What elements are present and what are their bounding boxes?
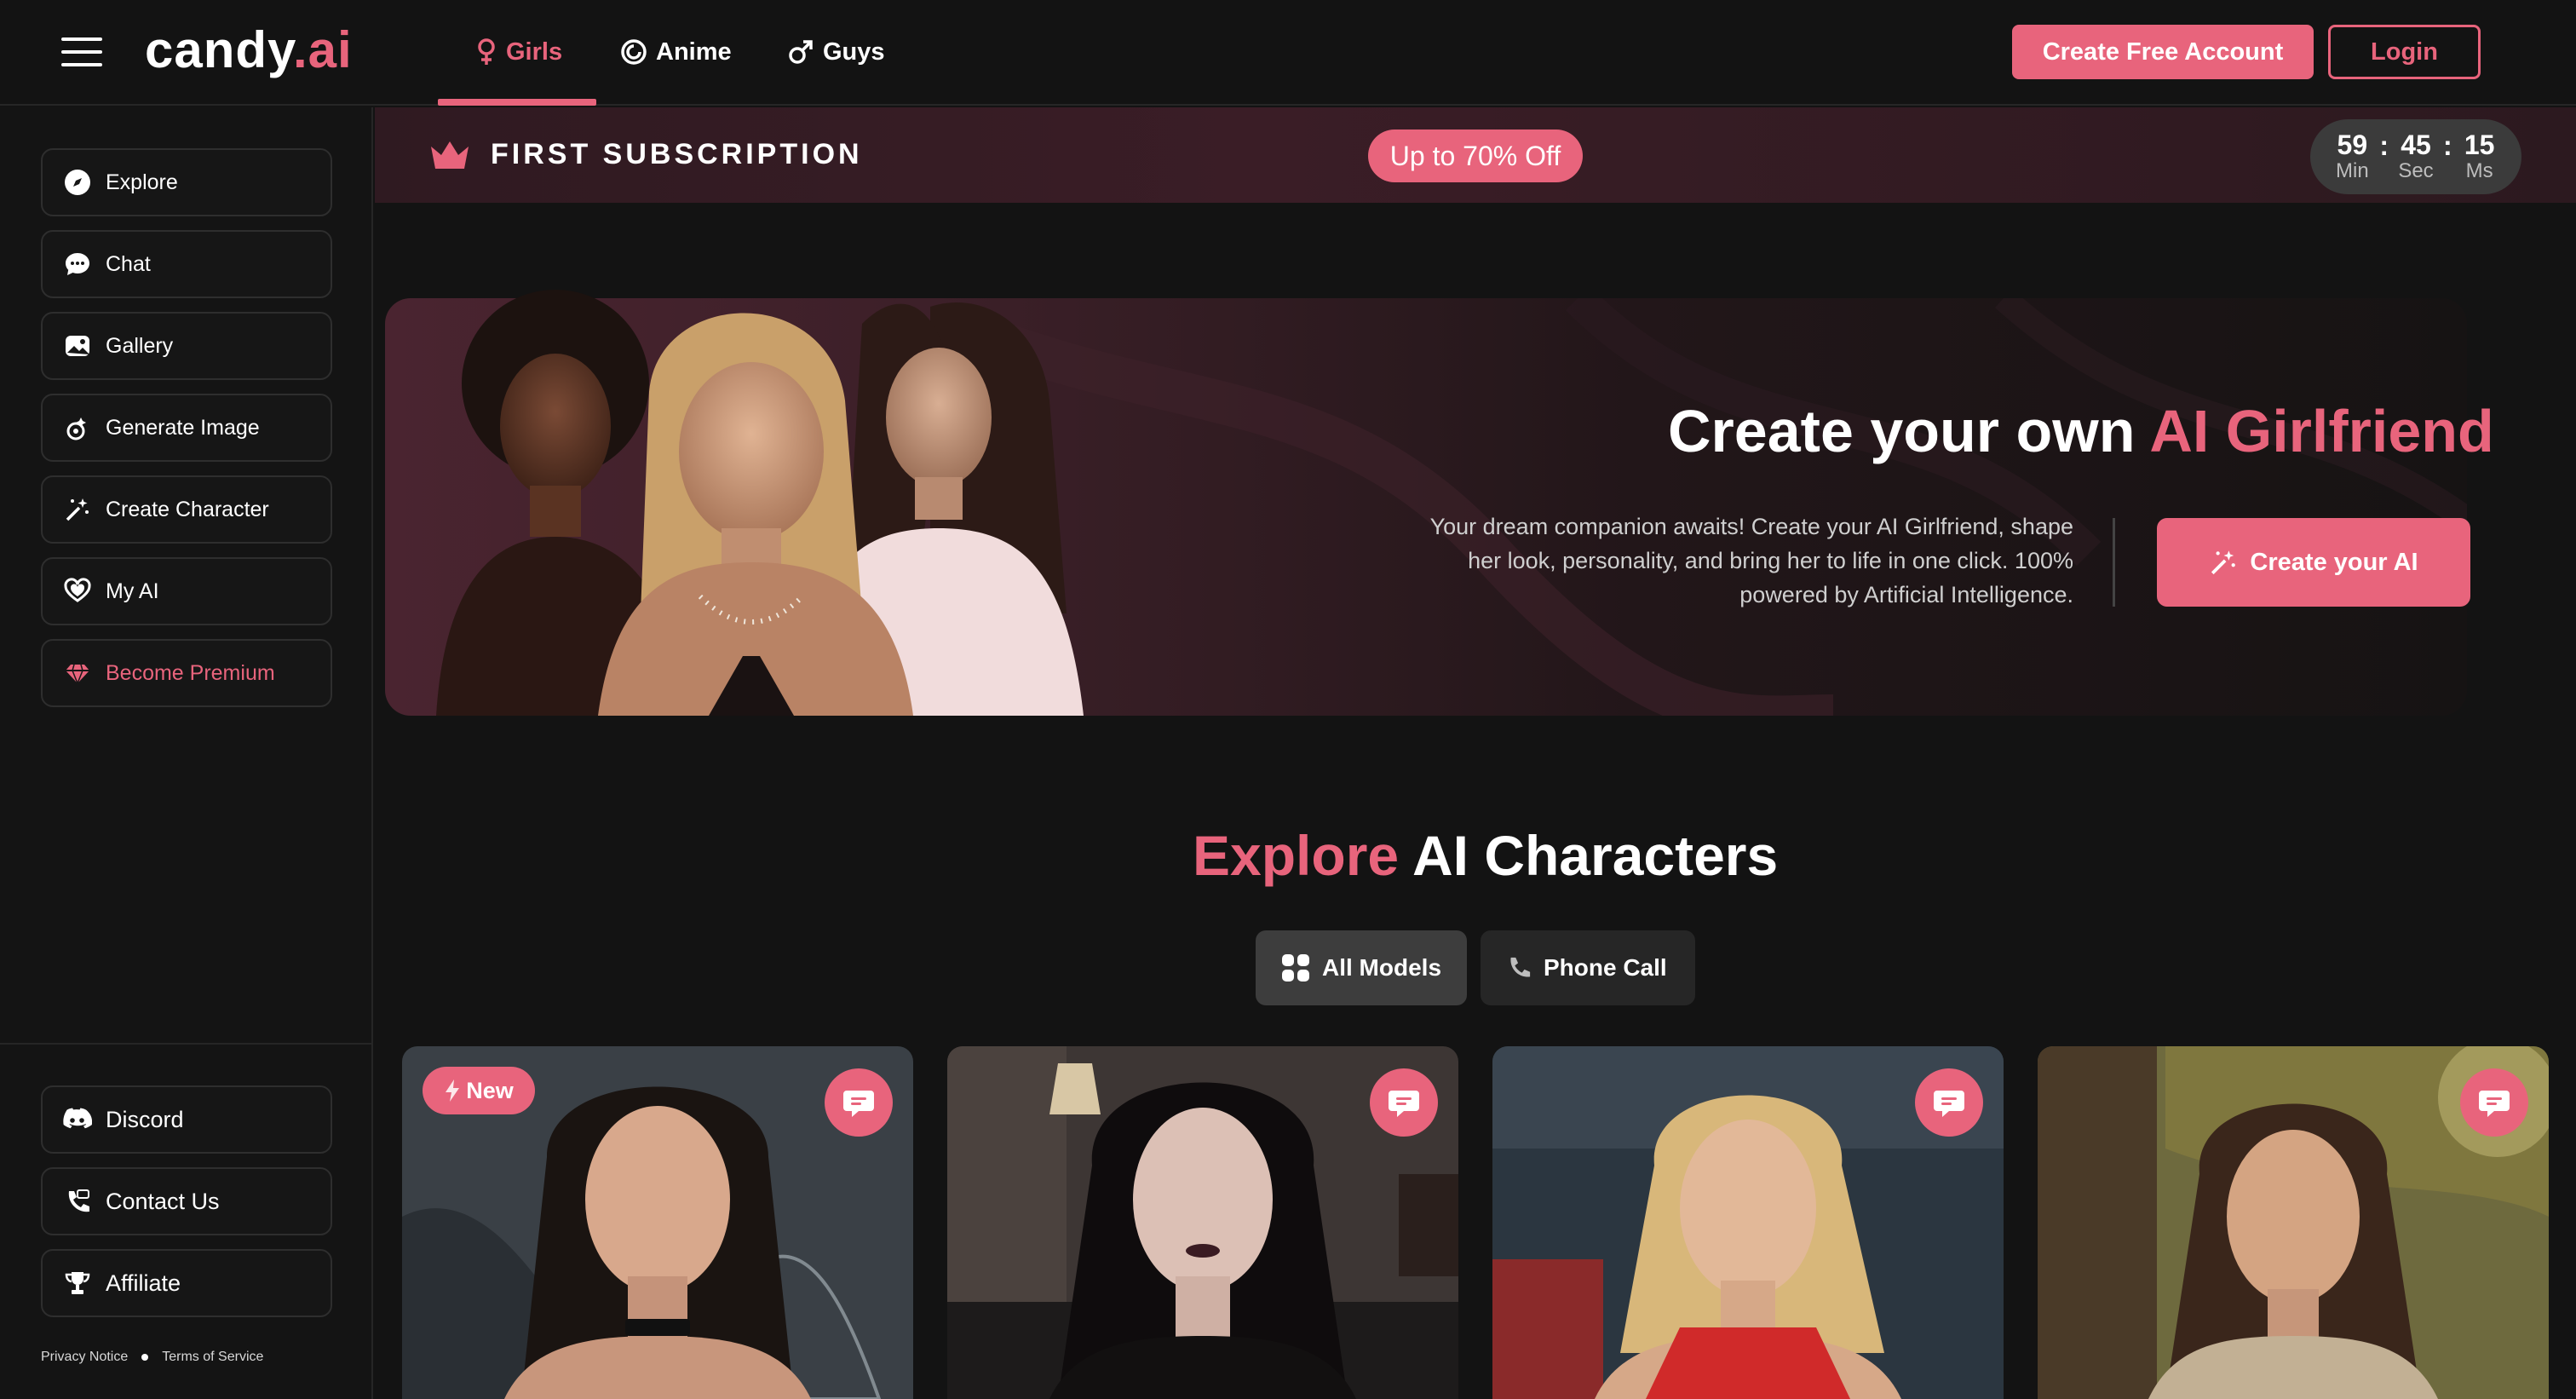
character-card[interactable]: New <box>402 1046 913 1399</box>
chat-icon[interactable] <box>2460 1068 2528 1137</box>
sidebar-item-label: Affiliate <box>106 1269 181 1296</box>
sidebar-item-label: Become Premium <box>106 660 275 685</box>
tab-guys-label: Guys <box>823 37 885 66</box>
tab-anime[interactable]: Anime <box>620 31 732 73</box>
sidebar-item-label: Explore <box>106 170 178 194</box>
filter-phone-call-label: Phone Call <box>1544 954 1667 981</box>
magic-wand-icon <box>63 495 92 524</box>
timer-milliseconds: 15 <box>2464 130 2495 160</box>
logo[interactable]: candy.ai <box>145 20 353 79</box>
generate-image-icon <box>63 413 92 442</box>
sidebar-item-explore[interactable]: Explore <box>41 148 332 216</box>
hamburger-menu-icon[interactable] <box>61 37 102 66</box>
trophy-icon <box>63 1269 92 1298</box>
active-tab-indicator <box>438 99 596 106</box>
tab-guys[interactable]: Guys <box>787 31 885 73</box>
sidebar-item-label: Chat <box>106 251 151 276</box>
female-icon <box>478 38 495 65</box>
sidebar-item-label: Generate Image <box>106 415 260 440</box>
timer-milliseconds-label: Ms <box>2465 159 2493 182</box>
chat-icon[interactable] <box>1915 1068 1983 1137</box>
tab-girls-label: Girls <box>506 37 563 66</box>
chat-icon[interactable] <box>825 1068 893 1137</box>
countdown-timer: 59 Min : 45 Sec : 15 Ms <box>2310 119 2521 194</box>
discount-badge[interactable]: Up to 70% Off <box>1368 130 1583 182</box>
contact-icon <box>63 1187 92 1216</box>
sidebar-item-label: Discord <box>106 1106 184 1132</box>
privacy-notice-link[interactable]: Privacy Notice <box>41 1350 128 1365</box>
hero-description: Your dream companion awaits! Create your… <box>1429 514 2073 607</box>
tab-girls[interactable]: Girls <box>475 31 562 73</box>
compass-icon <box>63 168 92 197</box>
hero-title: Create your own AI Girlfriend <box>1668 398 2494 464</box>
hero-women-image <box>436 290 1084 716</box>
sidebar-item-my-ai[interactable]: My AI <box>41 557 332 625</box>
timer-minutes-label: Min <box>2336 159 2369 182</box>
sidebar-item-label: Gallery <box>106 333 174 358</box>
chat-bubble-icon <box>63 250 92 279</box>
chat-icon[interactable] <box>1370 1068 1438 1137</box>
timer-seconds-label: Sec <box>2398 159 2434 182</box>
sidebar-item-create-character[interactable]: Create Character <box>41 475 332 544</box>
sidebar-footer-links: Privacy Notice Terms of Service <box>41 1350 263 1365</box>
character-card[interactable] <box>2038 1046 2549 1399</box>
heart-hands-icon <box>63 577 92 606</box>
discord-icon <box>63 1105 92 1134</box>
sidebar-item-contact-us[interactable]: Contact Us <box>41 1167 332 1235</box>
character-card[interactable] <box>947 1046 1458 1399</box>
promo-banner[interactable]: FIRST SUBSCRIPTION Up to 70% Off 59 Min :… <box>375 107 2576 203</box>
sidebar-item-chat[interactable]: Chat <box>41 230 332 298</box>
explore-title: Explore AI Characters <box>1193 824 1779 887</box>
filter-all-models-label: All Models <box>1322 954 1442 981</box>
phone-icon <box>1510 957 1531 977</box>
create-your-ai-button[interactable]: Create your AI <box>2157 518 2470 607</box>
sidebar-item-label: Contact Us <box>106 1188 220 1214</box>
login-button[interactable]: Login <box>2328 25 2481 79</box>
sidebar-item-become-premium[interactable]: Become Premium <box>41 639 332 707</box>
timer-separator: : <box>2443 130 2452 161</box>
grid-icon <box>1282 954 1309 982</box>
filter-phone-call[interactable]: Phone Call <box>1481 930 1695 1005</box>
sidebar-item-affiliate[interactable]: Affiliate <box>41 1249 332 1317</box>
new-badge: New <box>423 1067 535 1114</box>
terms-of-service-link[interactable]: Terms of Service <box>162 1350 263 1365</box>
sidebar-item-gallery[interactable]: Gallery <box>41 312 332 380</box>
character-card[interactable] <box>1492 1046 2004 1399</box>
hero-divider <box>2113 518 2115 607</box>
filter-all-models[interactable]: All Models <box>1256 930 1467 1005</box>
sidebar-item-discord[interactable]: Discord <box>41 1085 332 1154</box>
timer-separator: : <box>2379 130 2389 161</box>
anime-swirl-icon <box>621 39 647 65</box>
lightning-icon <box>446 1079 460 1102</box>
magic-wand-icon <box>2211 550 2236 575</box>
top-bar: candy.ai Girls Anime Guys Create Free Ac… <box>0 0 2576 106</box>
timer-minutes: 59 <box>2337 130 2368 160</box>
promo-title: FIRST SUBSCRIPTION <box>491 138 863 170</box>
gallery-icon <box>63 331 92 360</box>
sidebar-divider <box>0 1043 373 1045</box>
sidebar: Explore Chat Gallery Generate Image Crea… <box>0 107 373 1399</box>
crown-icon <box>431 141 469 169</box>
male-icon <box>789 40 813 64</box>
create-your-ai-label: Create your AI <box>2250 548 2418 576</box>
sidebar-item-label: Create Character <box>106 497 269 521</box>
create-free-account-button[interactable]: Create Free Account <box>2012 25 2314 79</box>
separator-dot <box>141 1354 149 1361</box>
tab-anime-label: Anime <box>656 37 732 66</box>
timer-seconds: 45 <box>2401 130 2431 160</box>
sidebar-item-label: My AI <box>106 579 159 603</box>
diamond-icon <box>63 659 92 688</box>
sidebar-item-generate-image[interactable]: Generate Image <box>41 394 332 462</box>
